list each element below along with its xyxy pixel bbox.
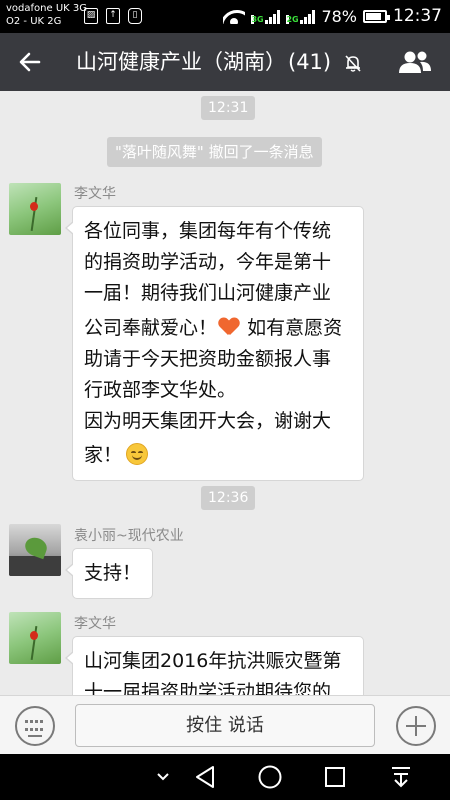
message-line: 一届！期待我们山河健康产业 <box>84 282 332 304</box>
message-bubble[interactable]: 山河集团2016年抗洪赈灾暨第 十一届捐资助学活动期待您的 <box>65 636 364 695</box>
bell-off-icon <box>345 55 361 72</box>
message-line: 公司奉献爱心！ <box>84 317 218 339</box>
avatar[interactable] <box>9 183 61 235</box>
keyboard-icon[interactable] <box>15 706 55 746</box>
sender-name: 李文华 <box>74 616 116 632</box>
carrier-info: vodafone UK 3G O2 - UK 2G <box>6 2 87 28</box>
system-nav-bar <box>0 754 450 800</box>
carrier-line-1: vodafone UK 3G <box>6 3 87 14</box>
message-line: 十一届捐资助学活动期待您的 <box>84 681 332 695</box>
chat-messages[interactable]: 12:31 "落叶随风舞" 撤回了一条消息 李文华 各位同事，集团每年有个传统 … <box>0 91 450 695</box>
vibrate-icon: ▯ <box>128 8 142 24</box>
signal-icon-2: 2G <box>286 8 316 24</box>
sender-name: 李文华 <box>74 186 116 202</box>
timestamp: 12:36 <box>201 486 256 510</box>
message-line: 如有意愿资 <box>247 317 343 339</box>
back-arrow-icon[interactable] <box>18 50 42 74</box>
battery-percent: 78% <box>321 6 357 26</box>
wifi-icon <box>223 8 246 24</box>
avatar[interactable] <box>9 524 61 576</box>
message-bubble[interactable]: 支持！ <box>64 548 154 599</box>
battery-icon <box>363 9 390 23</box>
message-line: 家！ <box>84 444 123 466</box>
heart-emoji <box>219 318 239 336</box>
back-triangle-icon[interactable] <box>190 754 220 800</box>
recall-notice: "落叶随风舞" 撤回了一条消息 <box>107 137 322 167</box>
smile-emoji <box>126 443 149 465</box>
recents-square-icon[interactable] <box>320 754 350 800</box>
sim-icon: ↑ <box>106 8 120 24</box>
message-line: 支持！ <box>84 562 142 584</box>
message-line: 助请于今天把资助金额报人事 <box>84 348 332 370</box>
member-count: (41) <box>288 50 332 74</box>
avatar[interactable] <box>9 612 61 664</box>
sender-name: 袁小丽~现代农业 <box>74 528 184 544</box>
network-type-1: 3G <box>251 15 264 24</box>
carrier-line-2: O2 - UK 2G <box>6 16 62 27</box>
notification-pulldown-icon[interactable] <box>386 754 416 800</box>
status-bar: vodafone UK 3G O2 - UK 2G ▨ ↑ ▯ 3G 2G 78… <box>0 0 450 33</box>
plus-icon[interactable] <box>396 706 436 746</box>
message-line: 各位同事，集团每年有个传统 <box>84 220 332 242</box>
hold-to-talk-button[interactable]: 按住 说话 <box>75 704 375 747</box>
gallery-icon: ▨ <box>84 8 98 24</box>
status-right: 3G 2G 78% 12:37 <box>223 6 442 26</box>
chat-title: 山河健康产业（湖南）(41) <box>76 47 331 77</box>
message-line: 行政部李文华处。 <box>84 379 237 401</box>
notification-icons: ▨ ↑ ▯ <box>84 8 142 24</box>
message-bubble[interactable]: 各位同事，集团每年有个传统 的捐资助学活动，今年是第十 一届！期待我们山河健康产… <box>65 206 364 481</box>
timestamp: 12:31 <box>201 96 256 120</box>
home-circle-icon[interactable] <box>253 754 287 800</box>
group-name: 山河健康产业（湖南） <box>76 50 286 74</box>
signal-icon: 3G <box>251 8 281 24</box>
clock: 12:37 <box>393 6 442 26</box>
message-line: 山河集团2016年抗洪赈灾暨第 <box>84 650 342 672</box>
group-members-icon[interactable] <box>398 50 432 74</box>
chat-header: 山河健康产业（湖南）(41) <box>0 33 450 91</box>
input-bar: 按住 说话 <box>0 695 450 754</box>
chevron-down-icon[interactable] <box>150 754 176 800</box>
message-line: 因为明天集团开大会，谢谢大 <box>84 410 332 432</box>
network-type-2: 2G <box>286 15 299 24</box>
message-line: 的捐资助学活动，今年是第十 <box>84 251 332 273</box>
